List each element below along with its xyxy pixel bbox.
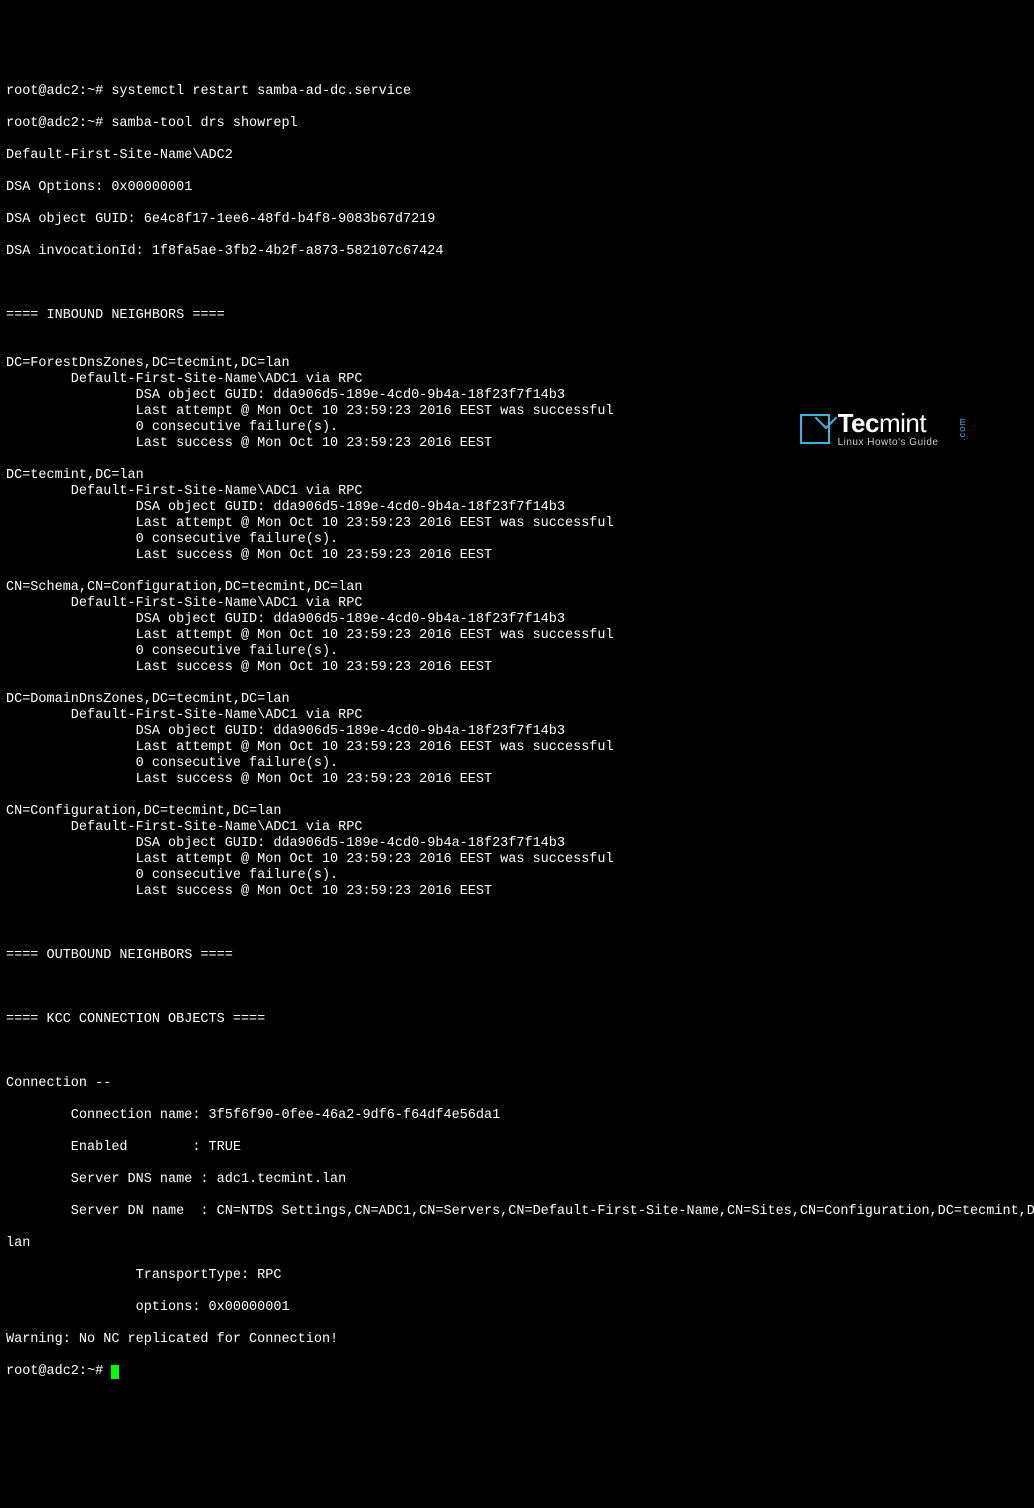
output-line: 0 consecutive failure(s). bbox=[6, 420, 1028, 436]
prompt-line: root@adc2:~# samba-tool drs showrepl bbox=[6, 116, 1028, 132]
output-line: Last success @ Mon Oct 10 23:59:23 2016 … bbox=[6, 660, 1028, 676]
blank-line bbox=[6, 788, 1028, 804]
command: systemctl restart samba-ad-dc.service bbox=[111, 84, 411, 99]
output-line: Default-First-Site-Name\ADC1 via RPC bbox=[6, 484, 1028, 500]
output-line: Last success @ Mon Oct 10 23:59:23 2016 … bbox=[6, 548, 1028, 564]
output-line: Connection -- bbox=[6, 1076, 1028, 1092]
output-line: lan bbox=[6, 1236, 1028, 1252]
blank-line bbox=[6, 916, 1028, 932]
blank-line bbox=[6, 276, 1028, 292]
cursor-icon bbox=[111, 1365, 119, 1379]
output-line: 0 consecutive failure(s). bbox=[6, 868, 1028, 884]
output-line: 0 consecutive failure(s). bbox=[6, 644, 1028, 660]
output-line: Last attempt @ Mon Oct 10 23:59:23 2016 … bbox=[6, 852, 1028, 868]
output-line: DC=tecmint,DC=lan bbox=[6, 468, 1028, 484]
output-line: CN=Schema,CN=Configuration,DC=tecmint,DC… bbox=[6, 580, 1028, 596]
output-line: DC=DomainDnsZones,DC=tecmint,DC=lan bbox=[6, 692, 1028, 708]
warning-line: Warning: No NC replicated for Connection… bbox=[6, 1332, 1028, 1348]
output-line: Last success @ Mon Oct 10 23:59:23 2016 … bbox=[6, 772, 1028, 788]
blank-line bbox=[6, 676, 1028, 692]
output-line: 0 consecutive failure(s). bbox=[6, 756, 1028, 772]
output-line: Last success @ Mon Oct 10 23:59:23 2016 … bbox=[6, 884, 1028, 900]
output-line: Default-First-Site-Name\ADC1 via RPC bbox=[6, 596, 1028, 612]
output-line: Default-First-Site-Name\ADC1 via RPC bbox=[6, 372, 1028, 388]
output-line: Last attempt @ Mon Oct 10 23:59:23 2016 … bbox=[6, 404, 1028, 420]
shell-prompt: root@adc2:~# bbox=[6, 1364, 111, 1379]
blank-line bbox=[6, 1044, 1028, 1060]
blank-line bbox=[6, 980, 1028, 996]
blank-line bbox=[6, 452, 1028, 468]
output-line: Connection name: 3f5f6f90-0fee-46a2-9df6… bbox=[6, 1108, 1028, 1124]
output-line: Enabled : TRUE bbox=[6, 1140, 1028, 1156]
output-line: DSA invocationId: 1f8fa5ae-3fb2-4b2f-a87… bbox=[6, 244, 1028, 260]
prompt-line[interactable]: root@adc2:~# bbox=[6, 1364, 1028, 1380]
output-line: DC=ForestDnsZones,DC=tecmint,DC=lan bbox=[6, 356, 1028, 372]
output-line: DSA object GUID: 6e4c8f17-1ee6-48fd-b4f8… bbox=[6, 212, 1028, 228]
blank-line bbox=[6, 564, 1028, 580]
output-line: TransportType: RPC bbox=[6, 1268, 1028, 1284]
blank-line bbox=[6, 340, 1028, 356]
output-line: DSA object GUID: dda906d5-189e-4cd0-9b4a… bbox=[6, 388, 1028, 404]
output-line: Server DNS name : adc1.tecmint.lan bbox=[6, 1172, 1028, 1188]
section-header: ==== KCC CONNECTION OBJECTS ==== bbox=[6, 1012, 1028, 1028]
output-line: Default-First-Site-Name\ADC1 via RPC bbox=[6, 708, 1028, 724]
output-line: Last attempt @ Mon Oct 10 23:59:23 2016 … bbox=[6, 628, 1028, 644]
output-line: Server DN name : CN=NTDS Settings,CN=ADC… bbox=[6, 1204, 1028, 1220]
output-line: DSA object GUID: dda906d5-189e-4cd0-9b4a… bbox=[6, 612, 1028, 628]
output-line: CN=Configuration,DC=tecmint,DC=lan bbox=[6, 804, 1028, 820]
output-line: 0 consecutive failure(s). bbox=[6, 532, 1028, 548]
output-line: Last attempt @ Mon Oct 10 23:59:23 2016 … bbox=[6, 740, 1028, 756]
output-line: DSA object GUID: dda906d5-189e-4cd0-9b4a… bbox=[6, 724, 1028, 740]
output-line: Last success @ Mon Oct 10 23:59:23 2016 … bbox=[6, 436, 1028, 452]
shell-prompt: root@adc2:~# bbox=[6, 116, 111, 131]
command: samba-tool drs showrepl bbox=[111, 116, 297, 131]
section-header: ==== OUTBOUND NEIGHBORS ==== bbox=[6, 948, 1028, 964]
terminal-output[interactable]: root@adc2:~# systemctl restart samba-ad-… bbox=[6, 68, 1028, 1396]
output-line: Default-First-Site-Name\ADC2 bbox=[6, 148, 1028, 164]
output-line: Last attempt @ Mon Oct 10 23:59:23 2016 … bbox=[6, 516, 1028, 532]
section-header: ==== INBOUND NEIGHBORS ==== bbox=[6, 308, 1028, 324]
output-line: DSA Options: 0x00000001 bbox=[6, 180, 1028, 196]
output-line: DSA object GUID: dda906d5-189e-4cd0-9b4a… bbox=[6, 836, 1028, 852]
output-line: options: 0x00000001 bbox=[6, 1300, 1028, 1316]
output-line: DSA object GUID: dda906d5-189e-4cd0-9b4a… bbox=[6, 500, 1028, 516]
shell-prompt: root@adc2:~# bbox=[6, 84, 111, 99]
prompt-line: root@adc2:~# systemctl restart samba-ad-… bbox=[6, 84, 1028, 100]
output-line: Default-First-Site-Name\ADC1 via RPC bbox=[6, 820, 1028, 836]
